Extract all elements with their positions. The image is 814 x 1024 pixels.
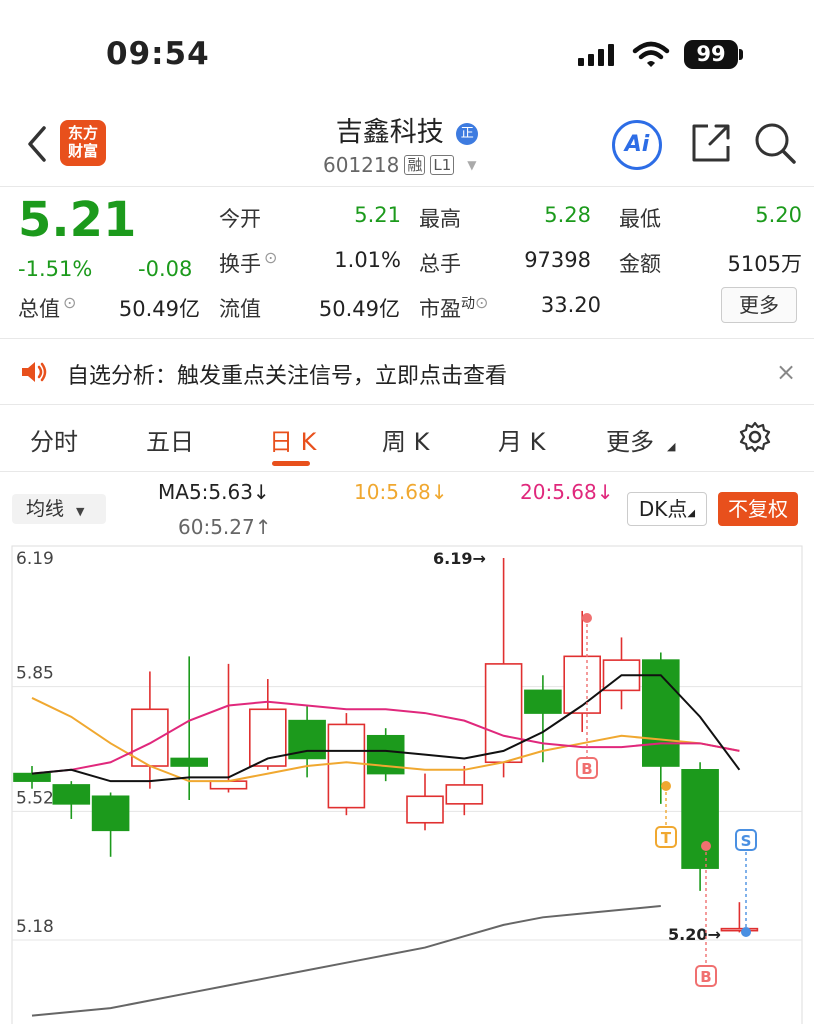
speaker-icon [20, 360, 48, 388]
notice-text[interactable]: 自选分析：触发重点关注信号，立即点击查看 [67, 358, 507, 390]
dropdown-triangle-icon[interactable]: ▼ [467, 158, 476, 172]
signal-dot [741, 927, 751, 937]
high-price-annotation: 6.19→ [433, 549, 486, 568]
candle-body [13, 772, 51, 782]
signal-label: B [581, 760, 592, 778]
candle-body [681, 769, 719, 869]
signal-dot [701, 841, 711, 851]
ma60-line [31, 904, 661, 1017]
signal-icon [578, 44, 620, 70]
info-icon[interactable]: ⊙ [264, 248, 277, 267]
candle-body [170, 757, 208, 767]
candle-body [131, 708, 169, 767]
candle-body [720, 927, 759, 932]
stock-code-row: 601218 融 L1 ▼ [323, 153, 477, 177]
change-percent: -1.51% [18, 257, 93, 281]
signal-label: T [661, 829, 672, 847]
y-axis-label: 6.19 [16, 549, 54, 569]
candle-body [209, 780, 248, 790]
quote-value: 1.01% [334, 248, 401, 272]
tabs-divider [0, 471, 814, 472]
quote-value: 5105万 [727, 252, 802, 276]
candle-body [524, 689, 562, 714]
candle-body [327, 723, 366, 809]
battery-indicator: 99 [684, 40, 738, 69]
tab-3[interactable]: 周 K [382, 422, 429, 457]
share-icon[interactable] [690, 122, 732, 168]
title-badge: 正 [456, 122, 479, 145]
float-value: 50.49亿 [318, 297, 400, 321]
tab-5[interactable]: 更多 [606, 422, 654, 457]
kline-chart[interactable]: 6.19 5.85 5.52 5.18 6.19→ 5.20→ B T S B [0, 540, 814, 1024]
y-axis-label: 5.85 [16, 664, 54, 684]
float-value-label: 流值 [219, 297, 261, 321]
ai-button[interactable]: Ai [612, 120, 662, 170]
search-icon[interactable] [754, 122, 798, 170]
no-adjust-button[interactable]: 不复权 [718, 492, 798, 526]
y-axis-label: 5.18 [16, 917, 54, 937]
quote-label: 金额 [619, 252, 661, 276]
dk-triangle-icon: ◢ [687, 508, 696, 519]
signal-dot [582, 613, 592, 623]
quote-label: 换手 ⊙ [219, 248, 278, 276]
total-value-label: 总值 ⊙ [18, 293, 77, 321]
y-axis-label: 5.52 [16, 788, 54, 808]
quote-value: 97398 [524, 248, 591, 272]
candle-body [406, 795, 444, 824]
change-amount: -0.08 [138, 257, 193, 281]
level-tag: L1 [430, 155, 455, 175]
active-tab-indicator [272, 461, 310, 466]
ma10-label: 10:5.68↓ [354, 480, 448, 504]
dk-point-button[interactable]: DK点◢ [627, 492, 707, 526]
total-value: 50.49亿 [118, 297, 200, 321]
select-arrow-icon: ▼ [76, 505, 85, 518]
tab-2[interactable]: 日 K [269, 422, 316, 457]
pe-value: 33.20 [540, 293, 601, 317]
ma60-label: 60:5.27↑ [178, 515, 272, 539]
candle-body [484, 663, 523, 764]
quote-label: 最低 [619, 207, 661, 231]
signal-label: S [741, 832, 752, 850]
tab-0[interactable]: 分时 [30, 422, 78, 457]
margin-tag: 融 [404, 155, 426, 175]
signal-label: B [700, 968, 711, 986]
low-price-annotation: 5.20→ [668, 925, 721, 944]
ma20-label: 20:5.68↓ [520, 480, 614, 504]
more-button[interactable]: 更多 [721, 287, 797, 323]
header-divider [0, 186, 814, 187]
close-icon[interactable]: × [776, 358, 796, 386]
battery-tip [739, 49, 743, 60]
tab-1[interactable]: 五日 [146, 422, 194, 457]
settings-gear-icon[interactable] [739, 421, 771, 457]
quote-value: 5.28 [544, 203, 591, 227]
candle-body [445, 784, 484, 805]
quote-label: 最高 [419, 207, 461, 231]
notice-divider [0, 404, 814, 405]
tab-more-triangle-icon[interactable]: ◢ [667, 440, 675, 453]
quote-value: 5.20 [755, 203, 802, 227]
info-icon[interactable]: ⊙ [63, 293, 76, 312]
pe-label: 市盈动⊙ [419, 293, 489, 321]
tab-4[interactable]: 月 K [498, 422, 545, 457]
ma5-label: MA5:5.63↓ [158, 480, 270, 504]
status-time: 09:54 [106, 36, 210, 72]
signal-dot [661, 781, 671, 791]
quote-value: 5.21 [354, 203, 401, 227]
quote-label: 今开 [219, 207, 261, 231]
quote-divider [0, 338, 814, 339]
info-icon[interactable]: ⊙ [475, 293, 488, 312]
candle-body [91, 795, 130, 832]
stock-code: 601218 [323, 153, 400, 177]
candle-body [52, 784, 91, 805]
indicator-select[interactable]: 均线 ▼ [12, 494, 106, 524]
quote-label: 总手 [419, 252, 461, 276]
wifi-icon [632, 40, 670, 74]
current-price: 5.21 [18, 192, 137, 248]
